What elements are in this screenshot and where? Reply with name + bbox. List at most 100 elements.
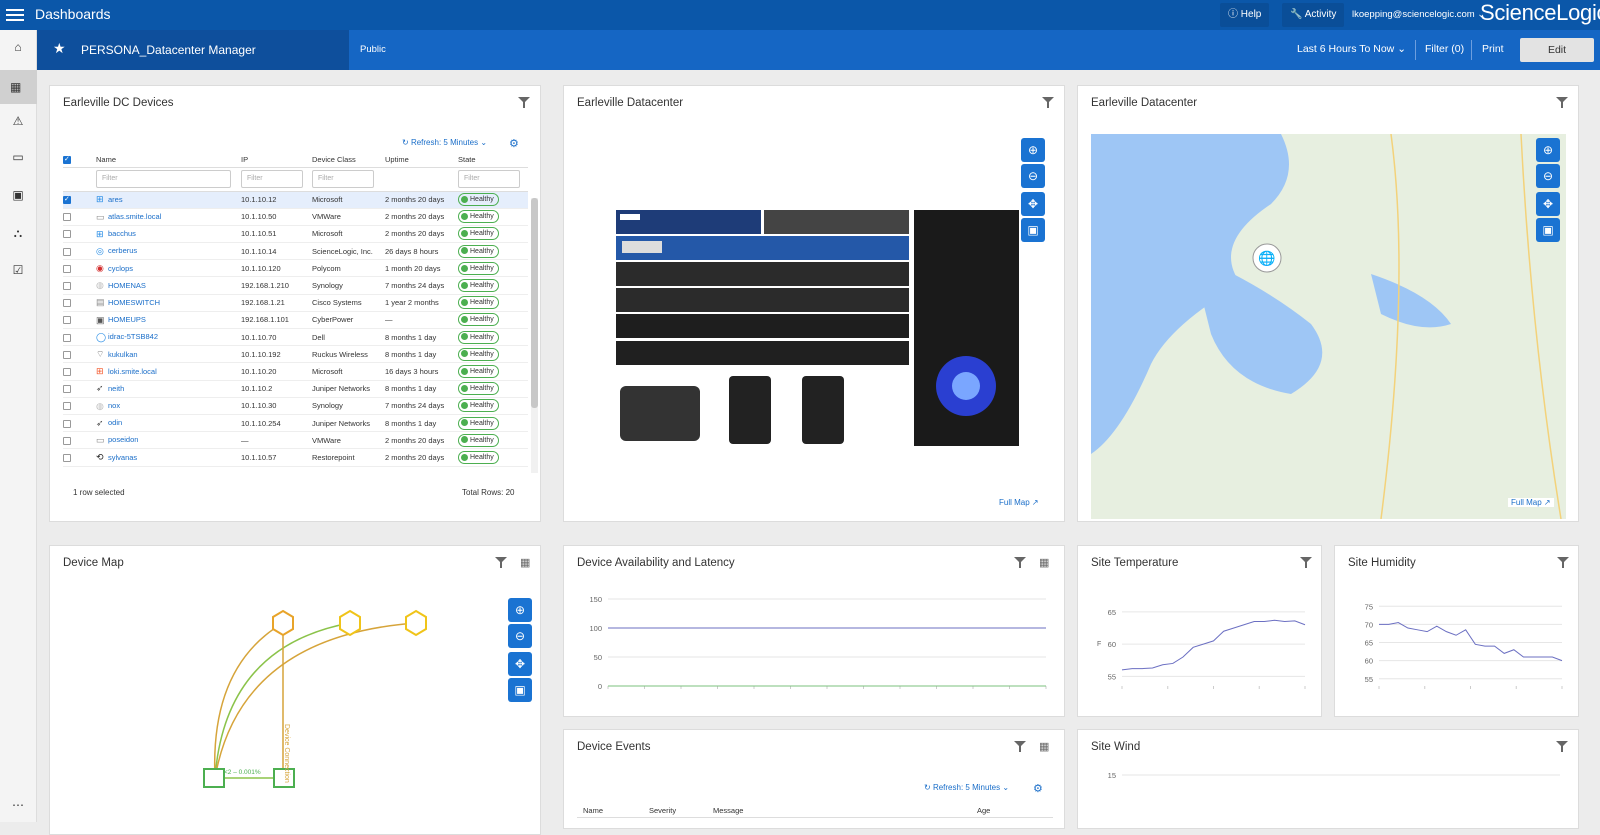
row-checkbox[interactable] [63,247,71,256]
row-checkbox[interactable] [63,282,71,291]
column-header[interactable]: IP [241,153,312,168]
edit-button[interactable]: Edit [1520,38,1594,62]
state-filter-select[interactable]: Filter [458,170,520,188]
row-checkbox[interactable] [63,230,71,239]
zoom-in-icon[interactable]: ⊕ [1021,138,1045,162]
filter-icon[interactable] [1300,557,1312,569]
row-checkbox[interactable] [63,402,71,411]
device-name-link[interactable]: nox [108,401,120,410]
fit-icon[interactable]: ▣ [1536,218,1560,242]
help-button[interactable]: ⓘ Help [1220,3,1270,27]
device-name-link[interactable]: sylvanas [108,453,137,462]
star-icon[interactable]: ★ [53,40,66,57]
column-header[interactable]: State [458,153,528,168]
topology-icon[interactable]: ⛬ [9,226,27,242]
toolbox-icon[interactable]: ▣ [9,188,27,204]
device-name-link[interactable]: HOMENAS [108,281,146,290]
zoom-out-icon[interactable]: ⊖ [1536,164,1560,188]
table-row[interactable]: ◎ cerberus 10.1.10.14 ScienceLogic, Inc. 26 … [63,242,528,261]
device-name-link[interactable]: loki.smite.local [108,367,157,376]
row-checkbox[interactable] [63,316,71,325]
class-filter-input[interactable]: Filter [312,170,374,188]
filter-icon[interactable] [1556,97,1568,109]
zoom-in-icon[interactable]: ⊕ [1536,138,1560,162]
print-button[interactable]: Print [1482,43,1504,55]
device-name-link[interactable]: cyclops [108,264,133,273]
row-checkbox[interactable] [63,419,71,428]
zoom-out-icon[interactable]: ⊖ [508,624,532,648]
table-row[interactable]: ▭ atlas.smite.local 10.1.10.50 VMWare 2 mont… [63,208,528,226]
gear-icon[interactable]: ⚙ [509,137,519,150]
table-row[interactable]: ▣ HOMEUPS 192.168.1.101 CyberPower — Healthy [63,311,528,330]
filter-icon[interactable] [1557,557,1569,569]
device-name-link[interactable]: HOMEUPS [108,315,146,324]
activity-button[interactable]: 🔧 Activity [1282,3,1345,27]
filter-icon[interactable] [1556,741,1568,753]
zoom-in-icon[interactable]: ⊕ [508,598,532,622]
site-map[interactable]: 🌐 [1091,134,1566,519]
pan-icon[interactable]: ✥ [508,652,532,676]
filter-icon[interactable] [1042,97,1054,109]
row-checkbox[interactable] [63,333,71,342]
filter-button[interactable]: Filter (0) [1425,43,1464,55]
fit-icon[interactable]: ▣ [508,678,532,702]
table-row[interactable]: ◯ idrac-5TSB842 10.1.10.70 Dell 8 months 1 d… [63,328,528,347]
table-row[interactable]: ◉ cyclops 10.1.10.120 Polycom 1 month 20 day… [63,259,528,278]
more-icon[interactable]: ⋯ [9,798,27,814]
row-checkbox[interactable] [63,299,71,308]
user-menu[interactable]: lkoepping@sciencelogic.com ⌄ [1352,9,1485,20]
timerange-selector[interactable]: Last 6 Hours To Now ⌄ [1297,43,1406,55]
column-header[interactable]: Uptime [385,153,458,168]
topology-graph[interactable]: Device Connection <2 – 0.001% [190,596,490,826]
devices-icon[interactable]: ▭ [9,150,27,166]
table-row[interactable]: ⊞ bacchus 10.1.10.51 Microsoft 2 months 20 d… [63,225,528,244]
device-name-link[interactable]: kukulkan [108,350,138,359]
device-name-link[interactable]: atlas.smite.local [108,212,161,221]
table-row[interactable]: ▤ HOMESWITCH 192.168.1.21 Cisco Systems 1 ye… [63,294,528,312]
row-checkbox[interactable] [63,350,71,359]
table-row[interactable]: ▭ poseidon — VMWare 2 months 20 days Healthy [63,431,528,450]
table-row[interactable]: ➶ neith 10.1.10.2 Juniper Networks 8 months … [63,380,528,398]
row-checkbox[interactable] [63,195,71,205]
table-row[interactable]: ⌔ kukulkan 10.1.10.192 Ruckus Wireless 8 mon… [63,345,528,364]
full-map-link[interactable]: Full Map ↗ [999,498,1039,507]
device-name-link[interactable]: bacchus [108,229,136,238]
ip-filter-input[interactable]: Filter [241,170,303,188]
pan-icon[interactable]: ✥ [1021,192,1045,216]
row-checkbox[interactable] [63,264,71,273]
grid-icon[interactable]: ▦ [1039,557,1051,569]
device-name-link[interactable]: poseidon [108,435,138,444]
column-header[interactable]: Device Class [312,153,385,168]
device-name-link[interactable]: neith [108,384,124,393]
refresh-selector[interactable]: ↻ Refresh: 5 Minutes ⌄ [924,783,1009,792]
device-name-link[interactable]: odin [108,418,122,427]
menu-icon[interactable] [6,6,24,24]
column-header[interactable]: Name [583,806,603,815]
table-row[interactable]: ⊞ loki.smite.local 10.1.10.20 Microsoft 16 d… [63,362,528,381]
name-filter-input[interactable]: Filter [96,170,231,188]
table-row[interactable]: ⟲ sylvanas 10.1.10.57 Restorepoint 2 months … [63,448,528,467]
row-checkbox[interactable] [63,436,71,445]
device-name-link[interactable]: idrac-5TSB842 [108,332,158,341]
grid-icon[interactable]: ▦ [520,557,532,569]
events-icon[interactable]: ⚠ [9,114,27,130]
device-name-link[interactable]: ares [108,195,123,204]
column-header[interactable]: Message [713,806,743,815]
grid-icon[interactable]: ▦ [1039,741,1051,753]
row-checkbox[interactable] [63,453,71,462]
table-row[interactable]: ➶ odin 10.1.10.254 Juniper Networks 8 months… [63,414,528,433]
checklist-icon[interactable]: ☑ [9,263,27,279]
table-row[interactable]: ⊞ ares 10.1.10.12Microsoft2 months 20 days… [63,191,528,209]
column-header[interactable]: Age [977,806,990,815]
row-checkbox[interactable] [63,385,71,394]
scrollbar[interactable] [531,198,538,473]
home-icon[interactable]: ⌂ [9,40,27,56]
pan-icon[interactable]: ✥ [1536,192,1560,216]
refresh-selector[interactable]: ↻ Refresh: 5 Minutes ⌄ [402,138,487,147]
filter-icon[interactable] [495,557,507,569]
full-map-link[interactable]: Full Map ↗ [1508,498,1554,507]
dashboards-icon[interactable]: ▦ [0,70,37,104]
column-header[interactable]: Severity [649,806,676,815]
table-row[interactable]: ◍ nox 10.1.10.30 Synology 7 months 24 days He… [63,397,528,415]
zoom-out-icon[interactable]: ⊖ [1021,164,1045,188]
